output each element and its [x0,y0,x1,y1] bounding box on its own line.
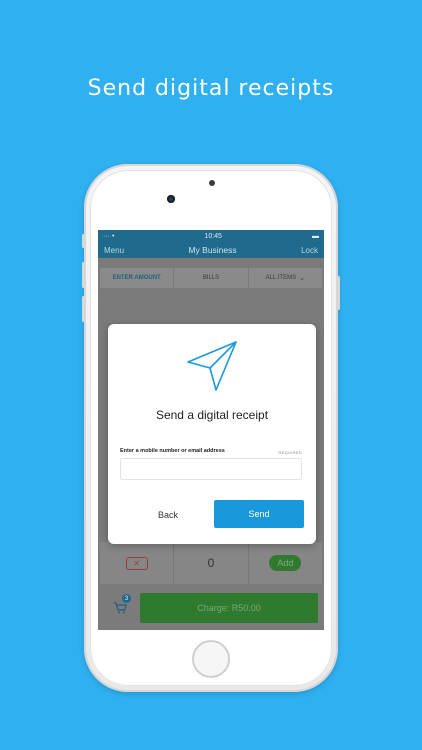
signal-icon: ··· • [103,232,115,240]
dialog-title: Send a digital receipt [155,408,269,422]
quantity-value: 0 [207,556,215,570]
chevron-down-icon: ⌄ [299,275,305,282]
tab-label: ENTER AMOUNT [112,275,161,281]
battery-icon: ▬ [311,232,319,240]
paper-plane-icon [187,341,237,391]
home-button[interactable] [192,640,230,678]
volume-up-button [82,262,85,288]
backspace-icon: ✕ [125,556,148,570]
back-button[interactable]: Back [122,502,214,528]
nav-bar: Menu My Business Lock [98,242,324,258]
nav-title: My Business [188,245,237,255]
send-button[interactable]: Send [214,500,304,528]
tab-bar: ENTER AMOUNT BILLS ALL ITEMS ⌄ [100,268,322,288]
send-receipt-dialog: Send a digital receipt Enter a mobile nu… [108,324,316,544]
speaker-icon [209,180,215,186]
add-cell: Add [249,542,322,584]
camera-icon [167,195,175,203]
tab-enter-amount[interactable]: ENTER AMOUNT [100,268,175,288]
checkout-row: 3 Charge: R50.00 [100,590,322,626]
tab-label: ALL ITEMS [265,275,297,281]
cart-icon [114,602,127,614]
power-button [337,276,340,310]
menu-button[interactable]: Menu [104,246,124,255]
status-bar: ··· • 10:45 ▬ [98,230,324,242]
lock-button[interactable]: Lock [301,246,318,255]
required-indicator: REQUIRED [278,450,302,455]
tab-all-items[interactable]: ALL ITEMS ⌄ [249,268,322,288]
quantity-display: 0 [174,542,249,584]
mute-switch [82,234,85,248]
headline: Send digital receipts [87,76,335,101]
keypad-row: ✕ 0 Add [100,542,322,584]
backspace-key[interactable]: ✕ [100,542,175,584]
add-button[interactable]: Add [269,555,302,571]
tab-label: BILLS [202,275,220,281]
tab-bills[interactable]: BILLS [174,268,249,288]
cart-button[interactable]: 3 [100,590,140,626]
volume-down-button [82,296,85,322]
recipient-field-label: Enter a mobile number or email address [120,448,225,454]
cart-count-badge: 3 [122,594,131,603]
status-time: 10:45 [204,232,222,240]
recipient-input[interactable] [120,458,302,480]
charge-button[interactable]: Charge: R50.00 [140,593,318,623]
